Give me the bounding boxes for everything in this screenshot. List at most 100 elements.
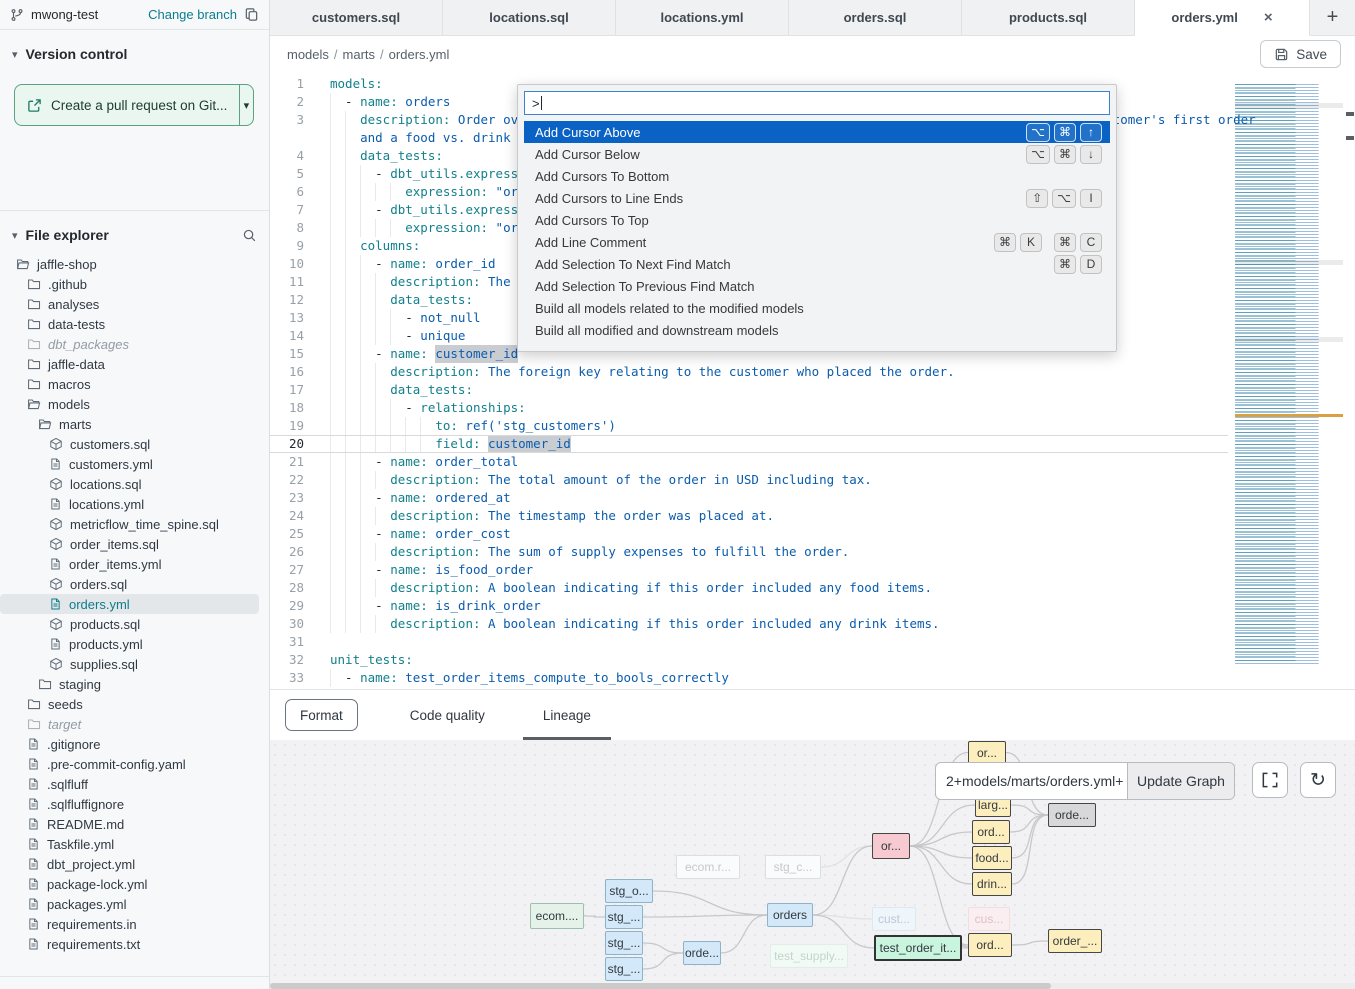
tab-orders-yml-active[interactable]: orders.yml× [1135, 0, 1310, 36]
create-pull-request-main[interactable]: Create a pull request on Git... [15, 85, 239, 125]
code-line[interactable]: 22description: The total amount of the o… [270, 471, 1228, 489]
code-line[interactable]: 17data_tests: [270, 381, 1228, 399]
code-editor[interactable]: 1models:2- name: orders3description: Ord… [270, 72, 1355, 690]
pr-dropdown-caret[interactable]: ▾ [240, 85, 253, 125]
palette-item-add-line-comment[interactable]: Add Line Comment⌘K⌘C [524, 231, 1110, 253]
lineage-node-orde-[interactable]: orde... [683, 941, 721, 965]
lineage-node-ord-[interactable]: ord... [972, 820, 1010, 844]
code-line[interactable]: 25- name: order_cost [270, 525, 1228, 543]
code-line[interactable]: 29- name: is_drink_order [270, 597, 1228, 615]
save-button[interactable]: Save [1260, 40, 1341, 68]
code-line[interactable]: 26description: The sum of supply expense… [270, 543, 1228, 561]
lineage-node-drin-[interactable]: drin... [972, 872, 1012, 896]
file-tree-item-products-sql[interactable]: products.sql [0, 614, 267, 634]
file-tree-item--sqlfluff[interactable]: .sqlfluff [0, 774, 267, 794]
code-line[interactable]: 32unit_tests: [270, 651, 1228, 669]
minimap[interactable] [1235, 84, 1343, 664]
lineage-node-stg-o-[interactable]: stg_o... [605, 879, 653, 903]
code-line[interactable]: 27- name: is_food_order [270, 561, 1228, 579]
lineage-node-food-[interactable]: food... [972, 846, 1012, 870]
refresh-button[interactable]: ↻ [1300, 762, 1336, 798]
file-tree-item--gitignore[interactable]: .gitignore [0, 734, 267, 754]
command-palette-input[interactable]: > [524, 91, 1110, 115]
file-tree-item--sqlfluffignore[interactable]: .sqlfluffignore [0, 794, 267, 814]
palette-item-add-cursors-to-top[interactable]: Add Cursors To Top [524, 209, 1110, 231]
tab-orders-sql[interactable]: orders.sql [789, 0, 962, 35]
lineage-node-ord-[interactable]: ord... [968, 933, 1012, 957]
version-control-header[interactable]: ▾ Version control [0, 40, 269, 68]
copy-icon[interactable] [244, 7, 259, 22]
new-tab-button[interactable]: + [1310, 0, 1355, 35]
lineage-node-cus-[interactable]: cus... [968, 907, 1010, 931]
palette-item-add-cursor-above[interactable]: Add Cursor Above⌥⌘↑ [524, 121, 1110, 143]
tab-products-sql[interactable]: products.sql [962, 0, 1135, 35]
file-tree-item-order-items-yml[interactable]: order_items.yml [0, 554, 267, 574]
lineage-selector-input[interactable]: 2+models/marts/orders.yml+ [936, 763, 1127, 799]
file-tree-item-packages-yml[interactable]: packages.yml [0, 894, 267, 914]
fullscreen-button[interactable] [1252, 762, 1288, 798]
file-tree-item-orders-sql[interactable]: orders.sql [0, 574, 267, 594]
change-branch-link[interactable]: Change branch [148, 7, 237, 22]
palette-item-build-all-models-related-to-the-modified-models[interactable]: Build all models related to the modified… [524, 297, 1110, 319]
file-tree-item-jaffle-shop[interactable]: jaffle-shop [0, 254, 267, 274]
file-tree-item-target[interactable]: target [0, 714, 267, 734]
tab-lineage[interactable]: Lineage [537, 690, 597, 740]
file-tree-item-seeds[interactable]: seeds [0, 694, 267, 714]
file-tree-item-package-lock-yml[interactable]: package-lock.yml [0, 874, 267, 894]
file-tree-item-readme-md[interactable]: README.md [0, 814, 267, 834]
palette-item-add-selection-to-previous-find-match[interactable]: Add Selection To Previous Find Match [524, 275, 1110, 297]
file-tree-item-locations-yml[interactable]: locations.yml [0, 494, 267, 514]
tab-locations-sql[interactable]: locations.sql [443, 0, 616, 35]
file-tree-item-data-tests[interactable]: data-tests [0, 314, 267, 334]
palette-item-add-cursors-to-bottom[interactable]: Add Cursors To Bottom [524, 165, 1110, 187]
breadcrumb-item[interactable]: marts [343, 47, 376, 62]
code-line[interactable]: 18- relationships: [270, 399, 1228, 417]
palette-item-add-cursors-to-line-ends[interactable]: Add Cursors to Line Ends⇧⌥I [524, 187, 1110, 209]
file-tree-item-metricflow-time-spine-sql[interactable]: metricflow_time_spine.sql [0, 514, 267, 534]
lineage-node-stg-c-[interactable]: stg_c... [765, 855, 821, 879]
file-tree-item--github[interactable]: .github [0, 274, 267, 294]
lineage-horizontal-scrollbar[interactable] [270, 983, 1355, 989]
file-tree-item--pre-commit-config-yaml[interactable]: .pre-commit-config.yaml [0, 754, 267, 774]
lineage-node-test-supply-[interactable]: test_supply... [770, 944, 848, 968]
file-tree-item-marts[interactable]: marts [0, 414, 267, 434]
file-tree-item-taskfile-yml[interactable]: Taskfile.yml [0, 834, 267, 854]
lineage-graph[interactable]: 2+models/marts/orders.yml+ Update Graph … [270, 740, 1355, 983]
file-tree-item-models[interactable]: models [0, 394, 267, 414]
code-line[interactable]: 21- name: order_total [270, 453, 1228, 471]
file-tree-item-customers-sql[interactable]: customers.sql [0, 434, 267, 454]
file-explorer-header[interactable]: ▾ File explorer [0, 221, 269, 249]
lineage-node-cust-[interactable]: cust... [872, 907, 916, 931]
lineage-node-orde-[interactable]: orde... [1048, 803, 1096, 827]
create-pull-request-button[interactable]: Create a pull request on Git... ▾ [14, 84, 254, 126]
lineage-node-order-[interactable]: order_... [1048, 929, 1102, 953]
format-button[interactable]: Format [285, 699, 358, 731]
palette-item-build-all-modified-and-downstream-models[interactable]: Build all modified and downstream models [524, 319, 1110, 341]
lineage-node-stg-[interactable]: stg_... [605, 905, 643, 929]
scrollbar-thumb[interactable] [270, 983, 1051, 989]
code-line[interactable]: 28description: A boolean indicating if t… [270, 579, 1228, 597]
file-tree-item-macros[interactable]: macros [0, 374, 267, 394]
lineage-node-or-[interactable]: or... [968, 741, 1006, 764]
code-line[interactable]: 31 [270, 633, 1228, 651]
breadcrumb-item[interactable]: models [287, 47, 329, 62]
lineage-node-orders[interactable]: orders [767, 903, 813, 927]
code-line-current[interactable]: 20field: customer_id [270, 435, 1228, 453]
file-tree-item-analyses[interactable]: analyses [0, 294, 267, 314]
file-tree-item-jaffle-data[interactable]: jaffle-data [0, 354, 267, 374]
lineage-node-ecom-[interactable]: ecom.... [530, 903, 584, 929]
search-icon[interactable] [242, 228, 257, 243]
code-line[interactable]: 30description: A boolean indicating if t… [270, 615, 1228, 633]
file-tree-item-orders-yml[interactable]: orders.yml [0, 594, 259, 614]
file-tree-item-dbt-project-yml[interactable]: dbt_project.yml [0, 854, 267, 874]
file-tree-item-order-items-sql[interactable]: order_items.sql [0, 534, 267, 554]
code-line[interactable]: 23- name: ordered_at [270, 489, 1228, 507]
file-tree-item-locations-sql[interactable]: locations.sql [0, 474, 267, 494]
palette-item-add-cursor-below[interactable]: Add Cursor Below⌥⌘↓ [524, 143, 1110, 165]
close-tab-icon[interactable]: × [1264, 9, 1273, 26]
lineage-node-test-order-it-[interactable]: test_order_it... [874, 935, 962, 961]
lineage-node-stg-[interactable]: stg_... [605, 957, 643, 981]
code-line[interactable]: 33- name: test_order_items_compute_to_bo… [270, 669, 1228, 687]
palette-item-add-selection-to-next-find-match[interactable]: Add Selection To Next Find Match⌘D [524, 253, 1110, 275]
file-tree-item-requirements-txt[interactable]: requirements.txt [0, 934, 267, 954]
